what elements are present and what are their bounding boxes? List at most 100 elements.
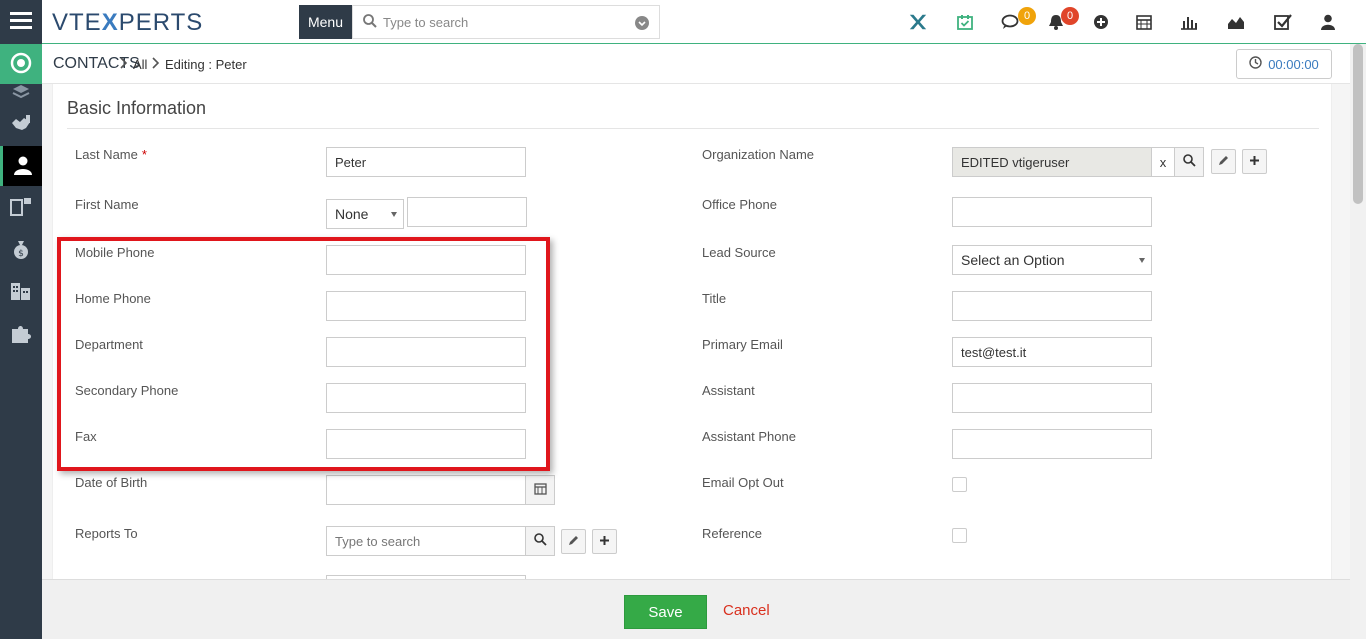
search-icon	[363, 13, 377, 31]
home-button[interactable]	[0, 44, 42, 84]
edit-form: Basic Information Last Name* First Name …	[52, 84, 1332, 579]
global-search-input[interactable]	[383, 14, 633, 30]
salutation-select[interactable]: None	[326, 199, 404, 229]
date-of-birth-label: Date of Birth	[75, 475, 148, 490]
cancel-link[interactable]: Cancel	[723, 602, 770, 619]
last-name-label: Last Name *	[75, 147, 147, 162]
plus-icon	[599, 534, 610, 549]
department-label: Department	[75, 337, 143, 352]
timer-button[interactable]: 00:00:00	[1236, 49, 1332, 79]
organization-clear-button[interactable]: x	[1151, 147, 1175, 177]
organization-name-label: Organization Name	[702, 147, 814, 162]
menu-toggle-button[interactable]	[0, 0, 42, 44]
breadcrumb-current: Editing : Peter	[165, 57, 247, 72]
lead-source-label: Lead Source	[702, 245, 776, 260]
organization-edit-button[interactable]	[1211, 149, 1236, 174]
reports-to-field[interactable]	[326, 526, 526, 556]
reference-checkbox[interactable]	[952, 528, 967, 543]
timer-value: 00:00:00	[1268, 56, 1319, 72]
handshake-icon	[10, 113, 32, 136]
fax-field[interactable]	[326, 429, 526, 459]
pencil-icon	[1218, 154, 1229, 169]
last-name-field[interactable]	[326, 147, 526, 177]
app-logo[interactable]: VTEXPERTS	[52, 9, 203, 37]
block-title: Basic Information	[67, 98, 207, 118]
title-field[interactable]	[952, 291, 1152, 321]
calendar-icon	[533, 482, 547, 498]
department-field[interactable]	[326, 337, 526, 367]
layers-icon	[11, 84, 31, 104]
assistant-phone-label: Assistant Phone	[702, 429, 796, 444]
contacts-icon	[13, 155, 33, 178]
home-icon	[10, 52, 32, 77]
office-phone-field[interactable]	[952, 197, 1152, 227]
breadcrumb: CONTACTS All Editing : Peter 00:00:00	[42, 44, 1350, 84]
scrollbar[interactable]	[1350, 44, 1366, 639]
secondary-phone-field[interactable]	[326, 383, 526, 413]
search-icon	[1182, 154, 1196, 170]
organization-add-button[interactable]	[1242, 149, 1267, 174]
search-dropdown-icon[interactable]	[635, 16, 649, 30]
title-label: Title	[702, 291, 727, 306]
reports-to-label: Reports To	[75, 526, 138, 541]
reference-label: Reference	[702, 526, 762, 541]
sidebar-item-organizations[interactable]	[0, 272, 42, 312]
chevron-right-icon	[152, 57, 160, 72]
sidebar-item-devices[interactable]	[0, 188, 42, 228]
assistant-label: Assistant	[702, 383, 755, 398]
vtexperts-x-icon[interactable]	[908, 12, 928, 32]
sidebar-item-deals[interactable]	[0, 104, 42, 144]
plus-icon	[1249, 154, 1260, 169]
pencil-icon	[568, 534, 579, 549]
user-profile-icon[interactable]	[1318, 12, 1338, 32]
fax-label: Fax	[75, 429, 97, 444]
scrollbar-thumb[interactable]	[1353, 44, 1363, 204]
chat-badge: 0	[1018, 7, 1036, 25]
chat-icon[interactable]	[1000, 12, 1020, 32]
primary-email-field[interactable]	[952, 337, 1152, 367]
chevron-right-icon	[120, 57, 128, 72]
home-phone-field[interactable]	[326, 291, 526, 321]
devices-icon	[10, 197, 32, 220]
top-header: VTEXPERTS Menu 0 0	[42, 0, 1366, 44]
money-bag-icon: $	[12, 239, 30, 262]
date-of-birth-field[interactable]	[326, 475, 526, 505]
svg-text:$: $	[18, 249, 24, 259]
organization-name-field[interactable]: EDITED vtigeruser	[952, 147, 1152, 177]
calendar-icon[interactable]	[1134, 12, 1154, 32]
mobile-phone-field[interactable]	[326, 245, 526, 275]
sidebar-item-contacts[interactable]	[0, 146, 42, 186]
sidebar-item-money[interactable]: $	[0, 230, 42, 270]
dashboard-area-chart-icon[interactable]	[1226, 12, 1246, 32]
tasks-checkbox-icon[interactable]	[1273, 12, 1293, 32]
left-sidebar: $	[0, 0, 42, 639]
reports-to-add-button[interactable]	[592, 529, 617, 554]
date-picker-button[interactable]	[525, 475, 555, 505]
first-name-label: First Name	[75, 197, 139, 212]
quick-create-icon[interactable]	[1091, 12, 1111, 32]
form-footer: Save Cancel	[42, 579, 1350, 639]
clock-icon	[1249, 56, 1262, 72]
sidebar-item-layers[interactable]	[0, 84, 42, 104]
building-icon	[10, 281, 32, 304]
calendar-check-icon[interactable]	[955, 12, 975, 32]
breadcrumb-filter[interactable]: All	[133, 57, 147, 72]
lead-source-select[interactable]: Select an Option	[952, 245, 1152, 275]
reports-bar-chart-icon[interactable]	[1179, 12, 1199, 32]
save-button[interactable]: Save	[624, 595, 707, 629]
global-search[interactable]	[352, 5, 660, 39]
reports-to-search-button[interactable]	[525, 526, 555, 556]
reports-to-edit-button[interactable]	[561, 529, 586, 554]
email-opt-out-checkbox[interactable]	[952, 477, 967, 492]
assistant-field[interactable]	[952, 383, 1152, 413]
organization-search-button[interactable]	[1174, 147, 1204, 177]
first-name-field[interactable]	[407, 197, 527, 227]
office-phone-label: Office Phone	[702, 197, 777, 212]
assistant-phone-field[interactable]	[952, 429, 1152, 459]
email-opt-out-label: Email Opt Out	[702, 475, 784, 490]
caret-down-icon	[1139, 258, 1145, 263]
home-phone-label: Home Phone	[75, 291, 151, 306]
divider	[67, 128, 1319, 129]
app-menu-button[interactable]: Menu	[299, 5, 352, 39]
sidebar-item-extensions[interactable]	[0, 314, 42, 354]
